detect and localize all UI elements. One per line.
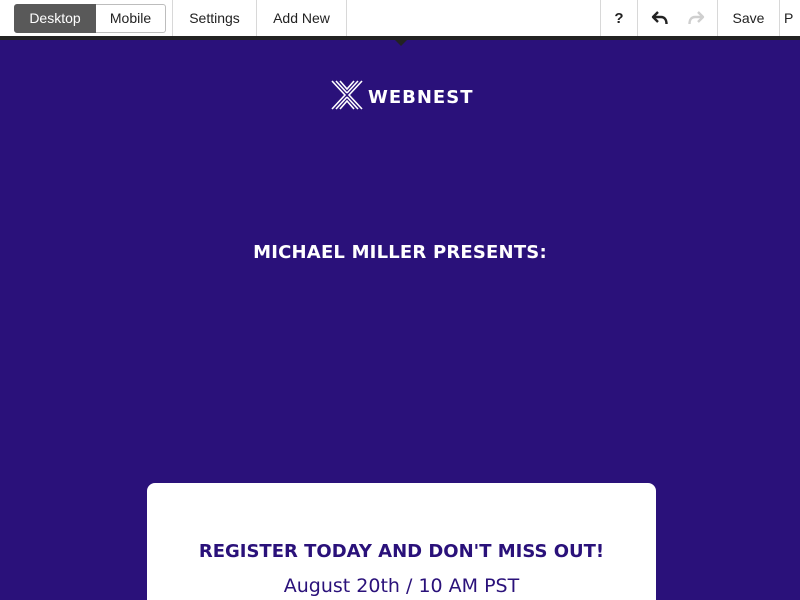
registration-title: REGISTER TODAY AND DON'T MISS OUT! (198, 541, 605, 562)
desktop-view-button[interactable]: Desktop (14, 3, 96, 33)
toolbar-pointer-caret (395, 40, 407, 46)
webnest-x-logo-icon (330, 78, 364, 117)
registration-card: REGISTER TODAY AND DON'T MISS OUT! Augus… (147, 483, 656, 600)
mobile-view-button[interactable]: Mobile (96, 3, 166, 33)
help-button[interactable]: ? (600, 0, 638, 36)
settings-button[interactable]: Settings (173, 0, 257, 36)
save-button[interactable]: Save (718, 0, 780, 36)
history-controls (638, 0, 718, 36)
redo-arrow-icon[interactable] (687, 10, 705, 26)
logo-wordmark: WEBNEST (368, 86, 474, 108)
view-toggle: Desktop Mobile (0, 0, 173, 36)
add-new-button[interactable]: Add New (257, 0, 347, 36)
webnest-logo: WEBNEST (330, 78, 474, 117)
preview-button[interactable]: P (780, 0, 800, 36)
editor-toolbar: Desktop Mobile Settings Add New ? Save P (0, 0, 800, 40)
event-date: August 20th / 10 AM PST (283, 575, 520, 597)
undo-arrow-icon[interactable] (651, 10, 669, 26)
presenter-heading: MICHAEL MILLER PRESENTS: (253, 242, 547, 263)
